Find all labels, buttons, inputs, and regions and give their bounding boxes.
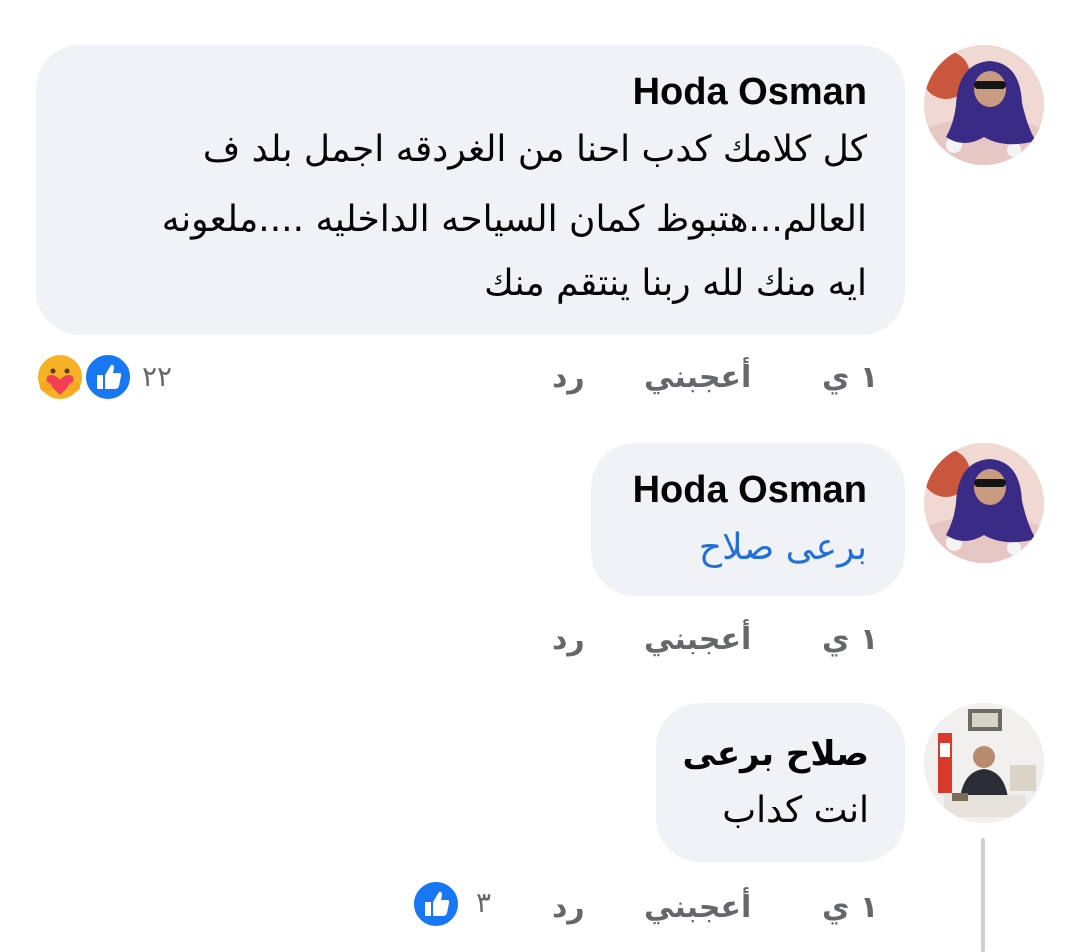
reaction-count[interactable]: ٣ [476, 886, 491, 919]
mention-link[interactable]: برعى صلاح [629, 513, 867, 583]
comment-time[interactable]: ١ ي [822, 890, 878, 925]
comment-text-line: ايه منك لله ربنا ينتقم منك [484, 263, 867, 304]
reply-button[interactable]: رد [552, 890, 585, 925]
like-icon [83, 352, 133, 402]
reaction-count[interactable]: ٢٢ [142, 360, 172, 393]
like-button[interactable]: أعجبني [644, 890, 751, 925]
avatar-photo-icon [924, 45, 1044, 165]
avatar-photo-icon [924, 443, 1044, 563]
comment-author[interactable]: صلاح برعى [682, 731, 869, 777]
avatar[interactable] [924, 45, 1044, 165]
comment-bubble: صلاح برعى انت كداب [656, 703, 905, 862]
comment-bubble: Hoda Osman كل كلامك كدب احنا من الغردقه … [36, 45, 905, 335]
reply-button[interactable]: رد [552, 622, 585, 657]
comment-text: انت كداب [722, 790, 869, 831]
like-button[interactable]: أعجبني [644, 360, 751, 395]
comment-author[interactable]: Hoda Osman [629, 467, 867, 513]
comment-text-line: كل كلامك كدب احنا من الغردقه اجمل بلد ف [202, 129, 867, 170]
comment-author[interactable]: Hoda Osman [74, 69, 867, 115]
comment-time[interactable]: ١ ي [822, 360, 878, 395]
avatar[interactable] [924, 443, 1044, 563]
reply-button[interactable]: رد [552, 360, 585, 395]
comment-time[interactable]: ١ ي [822, 622, 878, 657]
avatar[interactable] [924, 703, 1044, 823]
like-icon [411, 879, 461, 929]
comment-bubble: Hoda Osman برعى صلاح [591, 443, 905, 596]
like-button[interactable]: أعجبني [644, 622, 751, 657]
care-icon [35, 352, 85, 402]
comment-text-line: العالم...هتبوظ كمان السياحه الداخليه ...… [161, 199, 867, 240]
avatar-photo-icon [924, 703, 1044, 823]
thread-connector-line [981, 838, 985, 952]
